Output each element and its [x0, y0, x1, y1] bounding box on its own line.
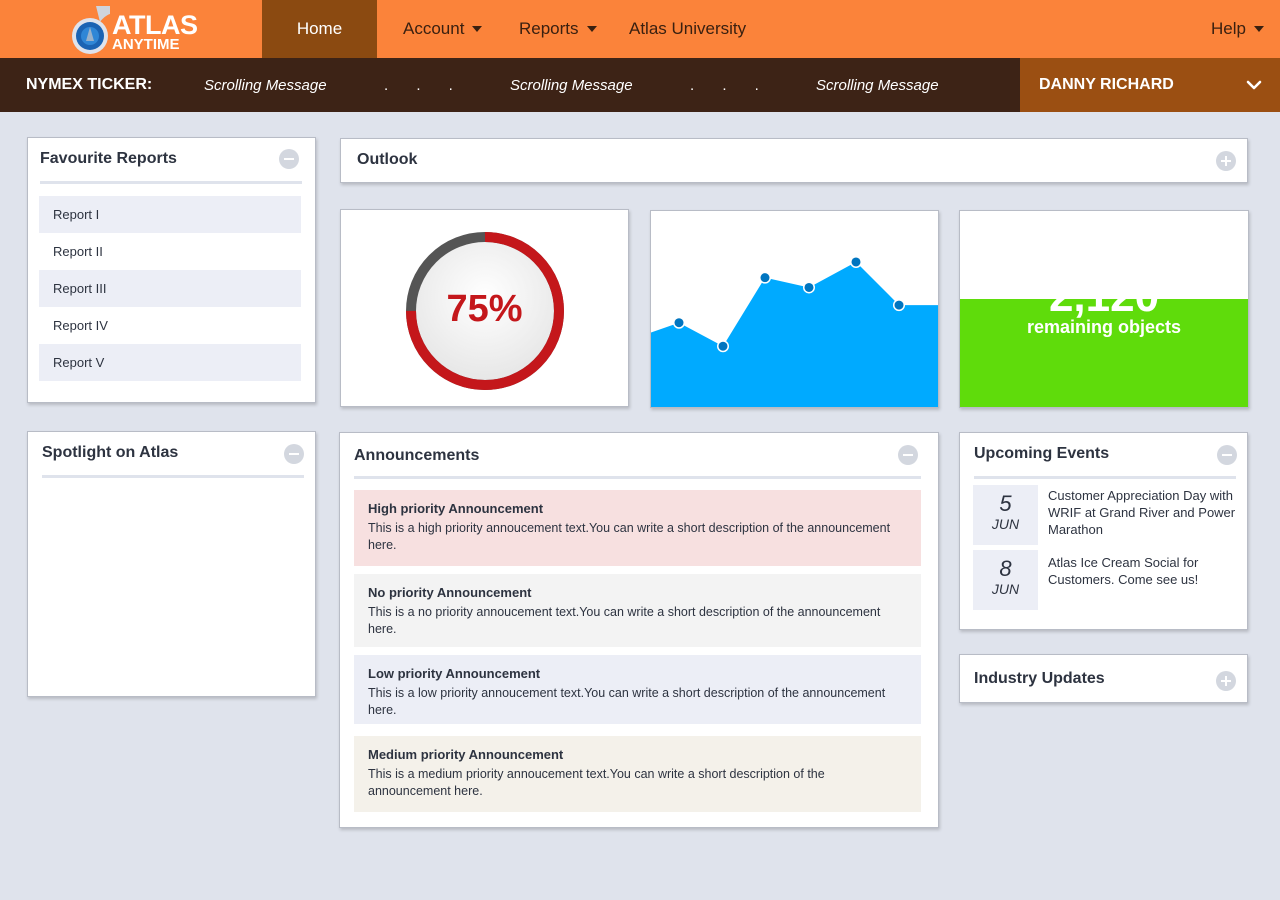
- trend-point[interactable]: [804, 282, 814, 292]
- event-description[interactable]: Atlas Ice Cream Social for Customers. Co…: [1048, 554, 1243, 588]
- report-link[interactable]: Report IV: [39, 307, 301, 344]
- panel-title: Announcements: [354, 447, 480, 464]
- user-name: DANNY RICHARD: [1039, 76, 1174, 93]
- user-menu[interactable]: DANNY RICHARD: [1020, 58, 1280, 112]
- panel-divider: [42, 475, 304, 478]
- caret-down-icon: [586, 25, 597, 32]
- report-link[interactable]: Report I: [39, 196, 301, 233]
- event-description[interactable]: Customer Appreciation Day with WRIF at G…: [1048, 487, 1243, 538]
- event-month: JUN: [991, 516, 1020, 532]
- announcement-text: This is a low priority annoucement text.…: [368, 686, 886, 717]
- event-day: 8: [999, 556, 1012, 581]
- ticker-message: Scrolling Message: [816, 77, 939, 94]
- industry-updates-panel: Industry Updates: [959, 654, 1248, 703]
- plus-circle-icon[interactable]: [1216, 151, 1236, 171]
- nav-account-label: Account: [403, 19, 465, 38]
- caret-down-icon: [1253, 25, 1264, 32]
- minus-circle-icon[interactable]: [284, 444, 304, 464]
- ticker-message: Scrolling Message: [204, 77, 327, 94]
- announcement-none[interactable]: No priority Announcement This is a no pr…: [354, 574, 921, 647]
- report-link[interactable]: Report V: [39, 344, 301, 381]
- ticker-label: NYMEX TICKER:: [26, 76, 153, 93]
- atlas-logo-badge: [72, 6, 110, 54]
- nav-help[interactable]: Help: [1211, 0, 1264, 58]
- panel-divider: [974, 476, 1236, 479]
- panel-title: Favourite Reports: [40, 150, 177, 167]
- logo-line-1: ATLAS: [112, 10, 198, 40]
- trend-chart-tile: [650, 210, 939, 408]
- ticker-message: Scrolling Message: [510, 77, 633, 94]
- announcement-low[interactable]: Low priority Announcement This is a low …: [354, 655, 921, 724]
- panel-divider: [40, 181, 302, 184]
- nav-account[interactable]: Account: [403, 0, 483, 58]
- spotlight-panel: Spotlight on Atlas: [27, 431, 316, 697]
- minus-circle-icon[interactable]: [898, 445, 918, 465]
- trend-point[interactable]: [760, 273, 770, 283]
- nav-atlas-university[interactable]: Atlas University: [629, 0, 746, 58]
- trend-point[interactable]: [674, 318, 684, 328]
- announcement-text: This is a high priority annoucement text…: [368, 521, 891, 552]
- nav-help-label: Help: [1211, 19, 1246, 38]
- announcement-text: This is a medium priority annoucement te…: [368, 767, 825, 798]
- nav-reports[interactable]: Reports: [519, 0, 597, 58]
- announcement-title: Low priority Announcement: [368, 666, 541, 681]
- announcement-title: Medium priority Announcement: [368, 747, 564, 762]
- logo-wordmark: ATLAS ANYTIME: [112, 10, 198, 53]
- completion-gauge-tile: 75%: [340, 209, 629, 407]
- stat-label: remaining objects: [1026, 317, 1182, 337]
- trend-point[interactable]: [851, 257, 861, 267]
- announcement-medium[interactable]: Medium priority Announcement This is a m…: [354, 736, 921, 812]
- announcement-high[interactable]: High priority Announcement This is a hig…: [354, 490, 921, 566]
- minus-circle-icon[interactable]: [279, 149, 299, 169]
- event-date: 5 JUN: [973, 485, 1038, 545]
- announcements-panel: Announcements High priority Announcement…: [339, 432, 939, 828]
- upcoming-events-panel: Upcoming Events 5 JUN Customer Appreciat…: [959, 432, 1248, 630]
- caret-down-icon: [472, 25, 483, 32]
- chevron-down-icon: [1246, 80, 1262, 90]
- trend-point[interactable]: [894, 300, 904, 310]
- event-month: JUN: [991, 581, 1020, 597]
- trend-area-chart: [651, 255, 938, 407]
- panel-title: Upcoming Events: [974, 445, 1110, 462]
- event-date: 8 JUN: [973, 550, 1038, 610]
- announcement-title: High priority Announcement: [368, 501, 544, 516]
- panel-title: Spotlight on Atlas: [42, 444, 179, 461]
- event-day: 5: [999, 491, 1012, 516]
- stat-value: 2,120: [1048, 272, 1160, 321]
- remaining-objects-tile: 2,120 remaining objects: [959, 210, 1249, 408]
- panel-title: Industry Updates: [974, 670, 1105, 687]
- atlas-logo[interactable]: ATLAS ANYTIME: [68, 4, 198, 56]
- report-link[interactable]: Report III: [39, 270, 301, 307]
- trend-area: [651, 261, 938, 407]
- ticker-separator: . . .: [690, 77, 771, 94]
- announcement-text: This is a no priority annoucement text.Y…: [368, 605, 881, 636]
- panel-divider: [354, 476, 921, 479]
- favourite-reports-panel: Favourite Reports Report I Report II Rep…: [27, 137, 316, 403]
- top-nav: ATLAS ANYTIME Home Account Reports Atlas…: [0, 0, 1280, 58]
- minus-circle-icon[interactable]: [1217, 445, 1237, 465]
- trend-point[interactable]: [718, 341, 728, 351]
- nav-home[interactable]: Home: [262, 0, 377, 58]
- panel-title: Outlook: [357, 151, 418, 168]
- report-link[interactable]: Report II: [39, 233, 301, 270]
- outlook-panel: Outlook: [340, 138, 1248, 183]
- announcement-title: No priority Announcement: [368, 585, 532, 600]
- ticker-separator: . . .: [384, 77, 465, 94]
- plus-circle-icon[interactable]: [1216, 671, 1236, 691]
- gauge-percent-label: 75%: [446, 288, 523, 330]
- nav-reports-label: Reports: [519, 19, 579, 38]
